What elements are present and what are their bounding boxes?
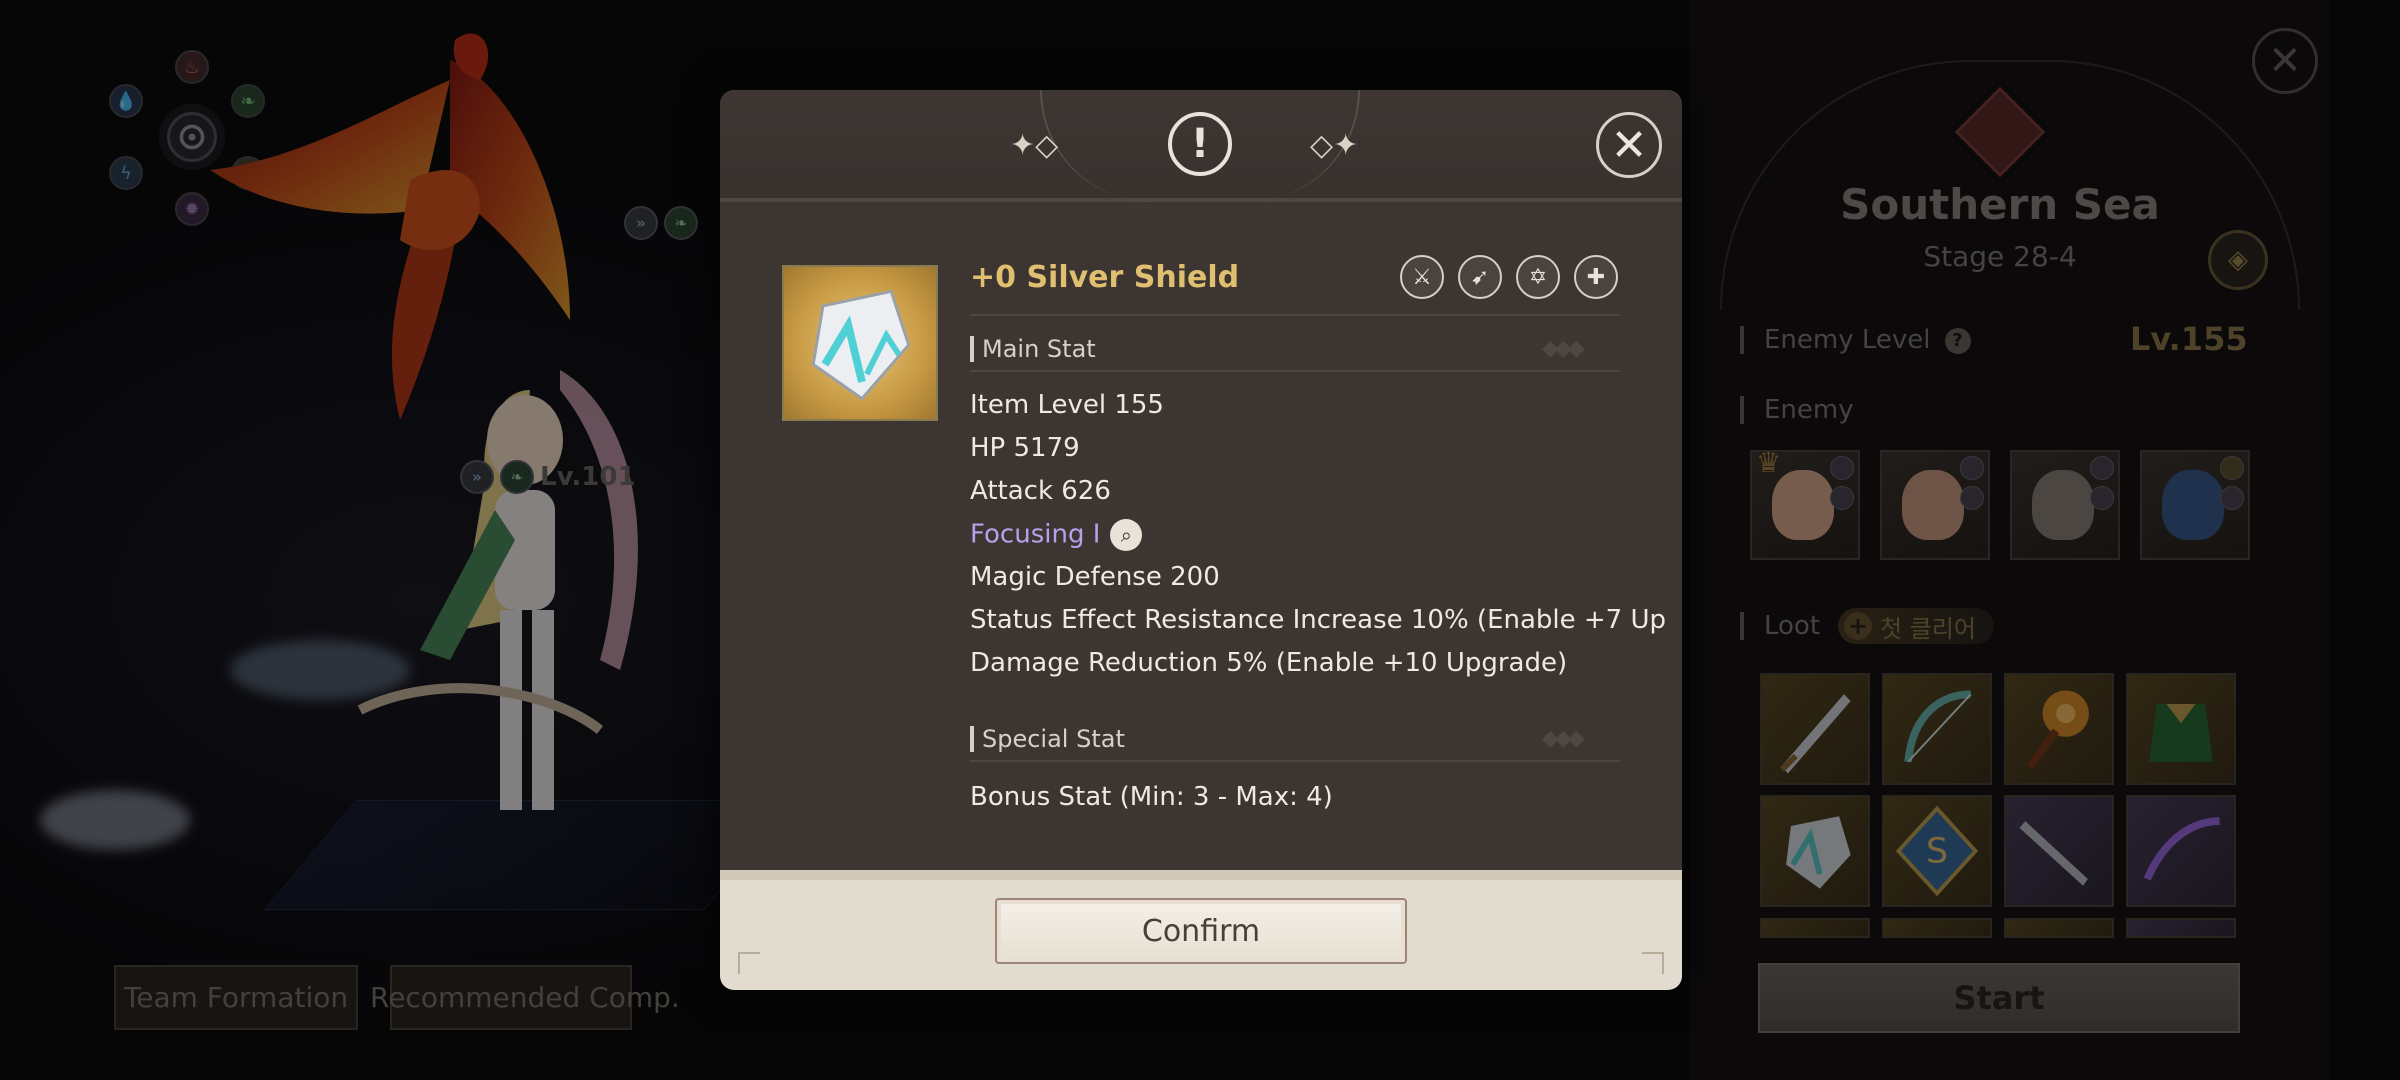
divider <box>970 760 1620 762</box>
stat-hp: HP 5179 <box>970 433 1080 463</box>
stat-magic-defense: Magic Defense 200 <box>970 562 1220 592</box>
special-stat-heading: Special Stat <box>970 726 1125 752</box>
sparkle-icon: ◇✦ <box>1310 128 1359 163</box>
corner-decoration <box>738 952 760 974</box>
divider <box>970 314 1620 316</box>
stat-status-resistance: Status Effect Resistance Increase 10% (E… <box>970 605 1667 635</box>
game-screen: ♨ ❧ ✺ ✹ ϟ 💧 » ❧ Lv.101 <box>0 0 2400 1080</box>
class-icons: ⚔ ➹ ✡ ✚ <box>1400 255 1618 299</box>
main-stat-heading: Main Stat <box>970 336 1096 362</box>
healer-class-icon: ✚ <box>1574 255 1618 299</box>
shield-icon <box>811 289 911 401</box>
item-thumbnail <box>782 265 938 421</box>
dialog-header: ✦◇ ◇✦ ! ✕ <box>720 90 1682 202</box>
item-name: +0 Silver Shield <box>970 260 1240 295</box>
confirm-button[interactable]: Confirm <box>995 898 1407 964</box>
diamond-decoration: ◆◆◆ <box>1542 726 1585 751</box>
sparkle-icon: ✦◇ <box>1010 128 1059 163</box>
warrior-class-icon: ⚔ <box>1400 255 1444 299</box>
magnifier-icon[interactable]: ⌕ <box>1110 519 1143 551</box>
alert-icon: ! <box>1168 112 1232 176</box>
confirm-label: Confirm <box>1141 913 1261 949</box>
stat-item-level: Item Level 155 <box>970 390 1164 420</box>
focusing-label: Focusing I <box>970 519 1101 550</box>
divider <box>970 370 1620 372</box>
close-icon[interactable]: ✕ <box>1596 112 1662 178</box>
stat-attack: Attack 626 <box>970 476 1111 506</box>
stat-focusing: Focusing I ⌕ <box>970 519 1143 551</box>
diamond-decoration: ◆◆◆ <box>1542 336 1585 361</box>
item-detail-dialog: ✦◇ ◇✦ ! ✕ +0 Silver Shield ⚔ ➹ ✡ ✚ Main … <box>720 90 1682 990</box>
special-stat-bonus: Bonus Stat (Min: 3 - Max: 4) <box>970 782 1333 812</box>
stat-damage-reduction: Damage Reduction 5% (Enable +10 Upgrade) <box>970 648 1568 678</box>
corner-decoration <box>1642 952 1664 974</box>
archer-class-icon: ➹ <box>1458 255 1502 299</box>
mage-class-icon: ✡ <box>1516 255 1560 299</box>
